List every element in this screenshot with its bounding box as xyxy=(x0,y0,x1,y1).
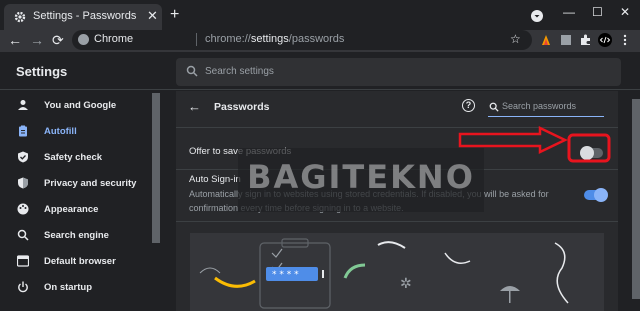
gear-icon xyxy=(14,11,26,23)
sidebar-item-autofill[interactable]: Autofill xyxy=(0,119,150,145)
title-bar: Settings - Passwords ✕ + — ☐ ✕ xyxy=(0,0,640,30)
annotation-arrow-icon xyxy=(458,126,611,163)
search-placeholder: Search settings xyxy=(205,66,274,77)
passwords-illustration: * * * * ✲ xyxy=(190,233,604,311)
sidebar-item-on-startup[interactable]: On startup xyxy=(0,275,150,301)
page-scrollbar[interactable] xyxy=(632,91,640,311)
sidebar-item-label: Default browser xyxy=(44,256,116,267)
person-icon xyxy=(18,100,28,110)
power-icon xyxy=(18,281,28,293)
search-icon xyxy=(186,65,198,77)
back-button[interactable]: ← xyxy=(8,32,22,48)
omnibox-url[interactable]: chrome://settings/passwords xyxy=(205,33,344,45)
minimize-button[interactable]: — xyxy=(563,5,575,19)
watermark-text: BAGITEKNO xyxy=(247,158,475,196)
search-icon xyxy=(489,102,499,112)
omnibox-site: Chrome xyxy=(94,33,134,45)
scrollbar-thumb[interactable] xyxy=(632,99,640,299)
illustration-art: * * * * ✲ xyxy=(199,238,569,309)
puzzle-icon[interactable] xyxy=(580,34,592,46)
url-host: settings xyxy=(250,33,289,45)
address-bar[interactable]: Chrome chrome://settings/passwords ☆ xyxy=(72,30,532,50)
chrome-icon xyxy=(78,34,89,45)
tab-settings-passwords[interactable]: Settings - Passwords ✕ xyxy=(4,4,162,30)
search-icon xyxy=(17,229,29,241)
new-tab-button[interactable]: + xyxy=(170,7,179,23)
sidebar-item-default-browser[interactable]: Default browser xyxy=(0,249,150,275)
sidebar-item-label: Appearance xyxy=(44,204,99,215)
sidebar-item-safety-check[interactable]: Safety check xyxy=(0,145,150,171)
page-title: Settings xyxy=(16,64,68,79)
search-settings-input[interactable]: Search settings xyxy=(176,58,621,86)
url-scheme: chrome:// xyxy=(205,33,251,45)
watermark: BAGITEKNO xyxy=(238,148,484,212)
sidebar-item-label: Autofill xyxy=(44,126,77,137)
auto-signin-label: Auto Sign-in xyxy=(189,174,241,185)
auto-signin-toggle[interactable] xyxy=(584,188,608,202)
annotation-highlight-box xyxy=(567,133,611,163)
forward-button[interactable]: → xyxy=(30,32,44,48)
search-passwords-input[interactable]: Search passwords xyxy=(488,99,604,117)
extension-gray-icon[interactable] xyxy=(560,34,572,46)
back-arrow-icon[interactable]: ← xyxy=(188,99,201,114)
omnibox-separator xyxy=(196,33,197,46)
settings-header: Settings Search settings xyxy=(0,52,640,90)
sidebar: You and Google Autofill Safety check Pri… xyxy=(0,91,152,311)
profile-down-icon[interactable] xyxy=(531,10,543,22)
sidebar-item-label: Safety check xyxy=(44,152,103,163)
close-window-button[interactable]: ✕ xyxy=(620,5,630,19)
sidebar-item-label: Privacy and security xyxy=(44,178,137,189)
sidebar-item-label: You and Google xyxy=(44,100,117,111)
toggle-knob xyxy=(594,188,608,202)
divider xyxy=(176,221,618,222)
menu-icon[interactable] xyxy=(622,34,628,46)
browser-icon xyxy=(17,255,29,267)
maximize-button[interactable]: ☐ xyxy=(592,5,603,19)
help-icon[interactable]: ? xyxy=(462,99,475,112)
svg-text:✲: ✲ xyxy=(400,276,412,292)
shield-check-icon xyxy=(18,151,28,163)
tab-title: Settings - Passwords xyxy=(33,10,137,22)
section-title: Passwords xyxy=(214,101,270,113)
shield-icon xyxy=(18,177,28,189)
bookmark-star-icon[interactable]: ☆ xyxy=(510,32,521,46)
sidebar-item-appearance[interactable]: Appearance xyxy=(0,197,150,223)
palette-icon xyxy=(17,203,29,215)
reload-button[interactable]: ⟳ xyxy=(52,32,64,49)
sidebar-item-privacy-security[interactable]: Privacy and security xyxy=(0,171,150,197)
masked-password: * * * * xyxy=(272,270,299,280)
url-path: /passwords xyxy=(288,33,345,45)
sidebar-item-you-and-google[interactable]: You and Google xyxy=(0,93,150,119)
sidebar-item-label: Search engine xyxy=(44,230,109,241)
sidebar-item-label: On startup xyxy=(44,282,93,293)
tab-close-icon[interactable]: ✕ xyxy=(147,8,158,24)
clipboard-icon xyxy=(19,125,27,137)
sidebar-item-search-engine[interactable]: Search engine xyxy=(0,223,150,249)
code-extension-icon[interactable] xyxy=(598,33,612,47)
sidebar-scrollbar[interactable] xyxy=(152,93,160,243)
extension-orange-icon[interactable] xyxy=(540,34,552,46)
search-passwords-placeholder: Search passwords xyxy=(502,101,577,111)
